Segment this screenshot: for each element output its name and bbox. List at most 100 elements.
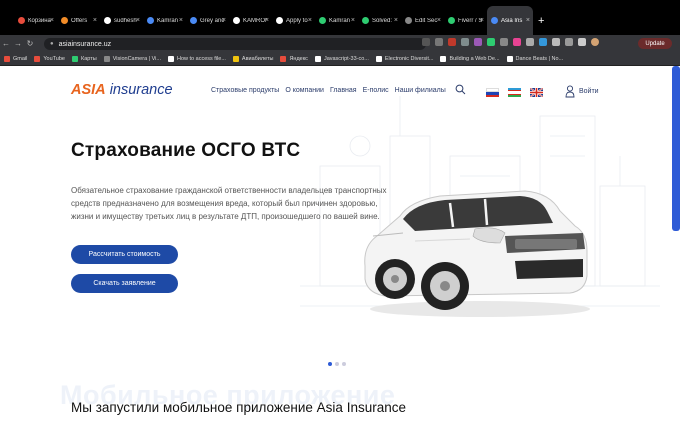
side-accent-bar	[672, 66, 680, 231]
user-icon	[565, 85, 575, 98]
carousel-dot[interactable]	[335, 362, 339, 366]
close-icon[interactable]: ×	[50, 17, 54, 24]
tab-favicon-icon	[104, 17, 111, 24]
browser-tab[interactable]: Корзина ×	[14, 6, 57, 35]
close-icon[interactable]: ×	[308, 17, 312, 24]
browser-tab[interactable]: Fiverr / S ×	[444, 6, 487, 35]
flag-uz-icon[interactable]	[508, 88, 521, 97]
bookmark-favicon-icon	[506, 55, 513, 62]
logo-asia: ASIA	[71, 82, 106, 98]
bookmark-favicon-icon	[232, 55, 239, 62]
bookmark-item[interactable]: Авиабилеты	[232, 55, 273, 62]
bookmark-item[interactable]: Яндекс	[280, 55, 308, 62]
download-application-button[interactable]: Скачать заявление	[71, 274, 178, 293]
sidebar-icon[interactable]	[578, 38, 586, 46]
extension-icon[interactable]	[487, 38, 495, 46]
bookmark-favicon-icon	[440, 55, 447, 62]
browser-tab[interactable]: Asia Ins ×	[487, 6, 533, 35]
star-icon[interactable]	[435, 38, 443, 46]
nav-item-about[interactable]: О компании	[285, 87, 324, 94]
bookmark-favicon-icon	[34, 55, 41, 62]
bookmark-item[interactable]: Electronic Diversit...	[375, 55, 434, 62]
nav-item-products[interactable]: Страховые продукты	[211, 87, 279, 94]
tab-title: Edit Sec	[415, 17, 438, 24]
update-button[interactable]: Update	[638, 38, 672, 49]
carousel-dot[interactable]	[328, 362, 332, 366]
browser-tab[interactable]: Kamran ×	[315, 6, 358, 35]
bookmark-item[interactable]: Dance Beats | No...	[506, 55, 563, 62]
new-tab-button[interactable]: +	[538, 15, 544, 27]
address-bar[interactable]: ● asiainsurance.uz	[44, 38, 426, 50]
tab-title: KAMRON	[243, 17, 267, 24]
close-icon[interactable]: ×	[136, 17, 140, 24]
close-icon[interactable]: ×	[526, 17, 530, 24]
nav-item-home[interactable]: Главная	[330, 87, 357, 94]
tab-title: Grey and	[200, 17, 224, 24]
browser-tab[interactable]: Edit Sec ×	[401, 6, 444, 35]
extension-icon[interactable]	[539, 38, 547, 46]
tab-title: Asia Ins	[501, 17, 523, 24]
puzzle-icon[interactable]	[565, 38, 573, 46]
nav-item-branches[interactable]: Наши филиалы	[395, 87, 446, 94]
bookmark-favicon-icon	[72, 55, 78, 62]
bookmark-item[interactable]: VisionCamera | Vi...	[103, 55, 161, 62]
bookmark-item[interactable]: Карты	[72, 55, 97, 62]
close-icon[interactable]: ×	[437, 17, 441, 24]
close-icon[interactable]: ×	[179, 17, 183, 24]
web-page: ASIA insurance Страховые продукты О комп…	[0, 66, 680, 442]
close-icon[interactable]: ×	[93, 17, 97, 24]
tab-title: Корзина	[28, 17, 51, 24]
browser-tab[interactable]: Apply to ×	[272, 6, 315, 35]
tab-title: Fiverr / S	[458, 17, 482, 24]
bookmark-item[interactable]: Gmail	[4, 55, 27, 62]
close-icon[interactable]: ×	[351, 17, 355, 24]
extension-icon[interactable]	[474, 38, 482, 46]
bookmark-favicon-icon	[280, 55, 287, 62]
bookmark-label: YouTube	[43, 55, 65, 62]
bookmark-item[interactable]: Javascript-33-co...	[314, 55, 369, 62]
avatar[interactable]	[591, 38, 599, 46]
tab-favicon-icon	[362, 17, 369, 24]
browser-tab[interactable]: Offers ×	[57, 6, 100, 35]
search-icon[interactable]	[455, 84, 466, 95]
extension-icon[interactable]	[461, 38, 469, 46]
bookmark-item[interactable]: How to access file...	[168, 55, 226, 62]
mobile-app-heading: Мы запустили мобильное приложение Asia I…	[71, 400, 406, 415]
reload-icon[interactable]: ↻	[24, 39, 36, 48]
nav-item-epolicy[interactable]: Е-полис	[363, 87, 389, 94]
carousel-dot[interactable]	[342, 362, 346, 366]
bookmark-label: Electronic Diversit...	[384, 55, 434, 62]
extension-icon[interactable]	[500, 38, 508, 46]
bookmark-label: Javascript-33-co...	[323, 55, 369, 62]
tab-title: sudhesh	[114, 17, 137, 24]
forward-icon[interactable]: →	[12, 39, 24, 48]
share-icon[interactable]	[422, 38, 430, 46]
bookmark-item[interactable]: YouTube	[34, 55, 65, 62]
back-icon[interactable]: ←	[0, 39, 12, 48]
browser-tab[interactable]: Grey and ×	[186, 6, 229, 35]
extension-icon[interactable]	[552, 38, 560, 46]
browser-tab[interactable]: KAMRON ×	[229, 6, 272, 35]
car-image	[364, 190, 590, 317]
flag-en-icon[interactable]	[530, 88, 543, 97]
extension-icon[interactable]	[513, 38, 521, 46]
close-icon[interactable]: ×	[394, 17, 398, 24]
calculate-cost-button[interactable]: Рассчитать стоимость	[71, 245, 178, 264]
login-link[interactable]: Войти	[565, 85, 599, 98]
extension-icon[interactable]	[448, 38, 456, 46]
browser-tab[interactable]: Solved: ×	[358, 6, 401, 35]
tab-favicon-icon	[448, 17, 455, 24]
carousel-dots	[328, 362, 346, 366]
close-icon[interactable]: ×	[480, 17, 484, 24]
close-icon[interactable]: ×	[265, 17, 269, 24]
tab-favicon-icon	[491, 17, 498, 24]
browser-tab[interactable]: sudhesh ×	[100, 6, 143, 35]
bookmark-item[interactable]: Building a Web De...	[440, 55, 500, 62]
hero-title: Страхование ОСГО ВТС	[71, 140, 301, 161]
flag-ru-icon[interactable]	[486, 88, 499, 97]
browser-tab[interactable]: Kamran ×	[143, 6, 186, 35]
close-icon[interactable]: ×	[222, 17, 226, 24]
site-logo[interactable]: ASIA insurance	[71, 82, 173, 98]
extensions-bar	[422, 38, 599, 46]
extension-icon[interactable]	[526, 38, 534, 46]
